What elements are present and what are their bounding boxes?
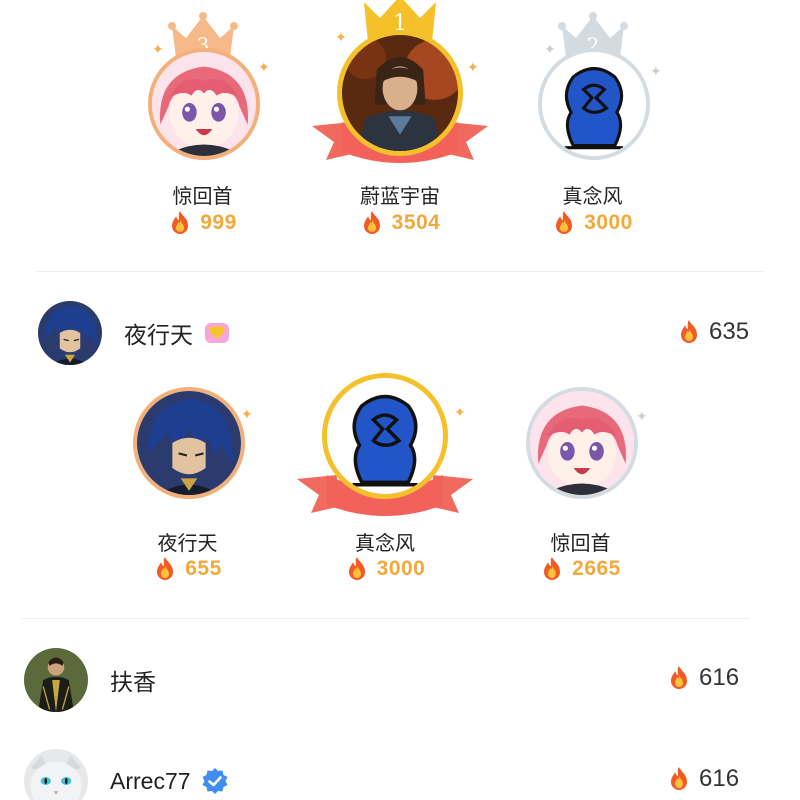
podium-score: 3000: [290, 556, 480, 582]
avatar[interactable]: [24, 749, 88, 800]
divider: [36, 271, 764, 272]
pink-heart-badge-icon: [203, 319, 231, 347]
sparkle-icon: ✦: [335, 29, 347, 45]
fire-icon: [667, 665, 691, 691]
divider: [22, 618, 750, 619]
fire-icon: [552, 210, 576, 236]
user-score: 616: [667, 765, 739, 793]
fire-icon: [345, 556, 369, 582]
sparkle-icon: ✦: [152, 41, 164, 57]
podium-name: 惊回首: [550, 533, 611, 555]
avatar[interactable]: [24, 648, 88, 712]
podium-name: 夜行天: [157, 533, 218, 555]
user-name: Arrec77: [110, 767, 191, 794]
podium-bottom-left[interactable]: ✦ 夜行天 655: [95, 387, 280, 595]
sparkle-icon: ✦: [544, 41, 556, 57]
avatar[interactable]: [133, 387, 245, 499]
avatar[interactable]: [337, 30, 463, 156]
user-score: 616: [667, 664, 739, 692]
podium-bottom-right[interactable]: ✦ 惊回首 2665: [488, 387, 673, 595]
fire-icon: [360, 210, 384, 236]
podium-bottom-center[interactable]: ✦ 真念风 3000: [290, 373, 480, 595]
podium-score: 2665: [488, 556, 673, 582]
list-item[interactable]: 扶香: [24, 647, 156, 713]
podium-name: 真念风: [562, 186, 623, 208]
fire-icon: [168, 210, 192, 236]
sparkle-icon: ✦: [258, 59, 270, 75]
sparkle-icon: ✦: [636, 408, 648, 424]
list-item[interactable]: 夜行天: [38, 300, 231, 366]
avatar[interactable]: [38, 301, 102, 365]
avatar[interactable]: [538, 48, 650, 160]
avatar[interactable]: [526, 387, 638, 499]
podium-score: 999: [110, 210, 295, 236]
avatar[interactable]: [322, 373, 448, 499]
user-name: 夜行天: [124, 322, 193, 348]
podium-name: 蔚蓝宇宙: [360, 186, 440, 208]
fire-icon: [153, 556, 177, 582]
fire-icon: [540, 556, 564, 582]
podium-score: 655: [95, 556, 280, 582]
verified-badge-icon: [201, 767, 229, 795]
podium-top-rank-1[interactable]: 1 ✦ ✦ 蔚蓝宇宙 3504: [305, 0, 495, 250]
podium-score: 3504: [305, 210, 495, 236]
fire-icon: [667, 766, 691, 792]
podium-top-rank-3[interactable]: 3 ✦ ✦ 惊回首 999: [110, 0, 295, 250]
podium-name: 惊回首: [172, 186, 233, 208]
user-name: 扶香: [110, 669, 156, 695]
user-score: 635: [677, 318, 749, 346]
sparkle-icon: ✦: [454, 404, 466, 420]
avatar[interactable]: [148, 48, 260, 160]
sparkle-icon: ✦: [650, 63, 662, 79]
podium-top-rank-2[interactable]: 2 ✦ ✦ 真念风 3000: [500, 0, 685, 250]
sparkle-icon: ✦: [467, 59, 479, 75]
list-item[interactable]: Arrec77: [24, 748, 229, 800]
sparkle-icon: ✦: [241, 406, 253, 422]
fire-icon: [677, 319, 701, 345]
podium-score: 3000: [500, 210, 685, 236]
podium-name: 真念风: [355, 533, 415, 555]
